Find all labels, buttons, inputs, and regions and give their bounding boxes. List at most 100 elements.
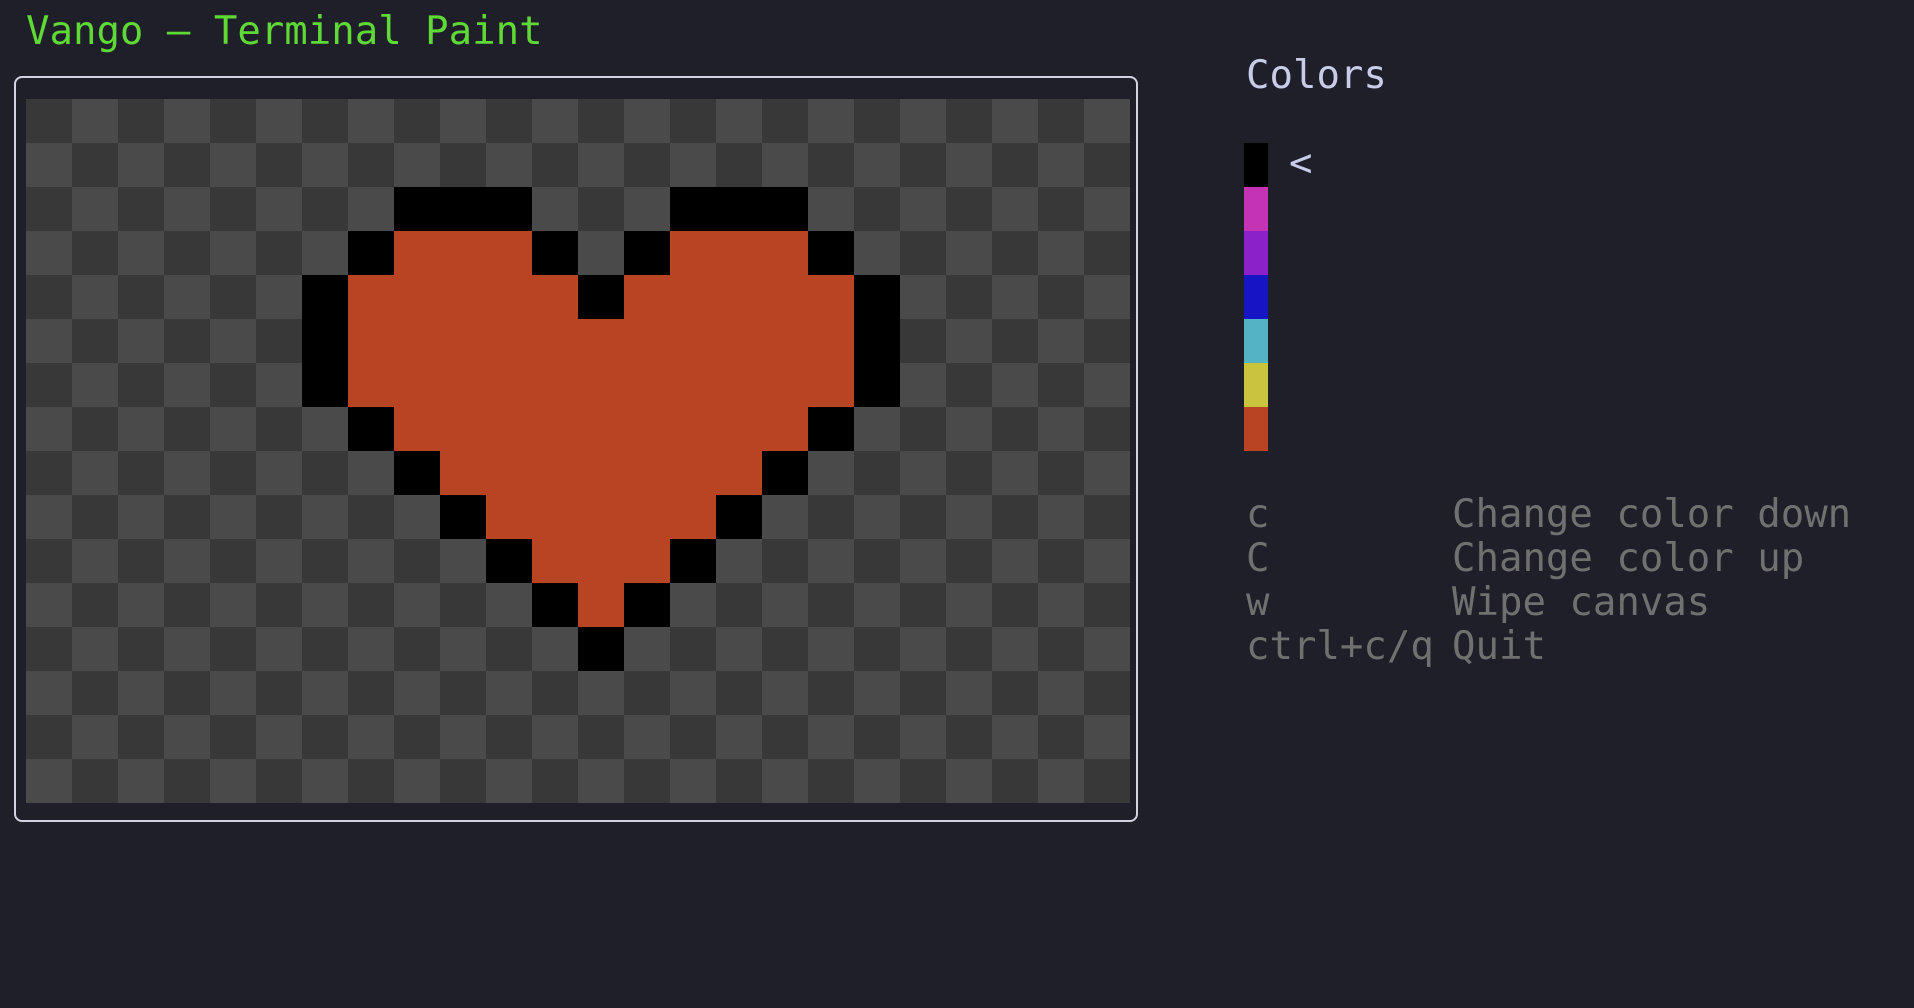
canvas-cell-empty[interactable]	[1038, 319, 1084, 363]
canvas-cell-empty[interactable]	[164, 715, 210, 759]
canvas-cell-empty[interactable]	[946, 495, 992, 539]
canvas-cell-empty[interactable]	[808, 627, 854, 671]
canvas-cell-empty[interactable]	[1084, 627, 1130, 671]
canvas-cell-empty[interactable]	[900, 319, 946, 363]
canvas-cell-empty[interactable]	[716, 539, 762, 583]
canvas-cell-empty[interactable]	[578, 715, 624, 759]
canvas-cell-empty[interactable]	[624, 99, 670, 143]
canvas-cell-empty[interactable]	[1038, 99, 1084, 143]
canvas-cell-empty[interactable]	[26, 275, 72, 319]
canvas-cell-empty[interactable]	[302, 539, 348, 583]
canvas-cell-painted[interactable]	[716, 363, 762, 407]
color-swatch-purple[interactable]	[1244, 231, 1268, 275]
canvas-cell-empty[interactable]	[992, 671, 1038, 715]
canvas-cell-empty[interactable]	[578, 143, 624, 187]
canvas-cell-painted[interactable]	[348, 319, 394, 363]
canvas-cell-empty[interactable]	[992, 275, 1038, 319]
canvas-cell-empty[interactable]	[670, 583, 716, 627]
canvas-cell-empty[interactable]	[808, 583, 854, 627]
canvas-cell-painted[interactable]	[624, 451, 670, 495]
canvas-cell-painted[interactable]	[762, 275, 808, 319]
canvas-cell-empty[interactable]	[762, 627, 808, 671]
canvas-cell-painted[interactable]	[578, 495, 624, 539]
canvas-cell-painted[interactable]	[670, 451, 716, 495]
canvas-cell-empty[interactable]	[900, 275, 946, 319]
canvas-cell-empty[interactable]	[624, 715, 670, 759]
canvas-cell-painted[interactable]	[394, 275, 440, 319]
canvas-cell-empty[interactable]	[992, 407, 1038, 451]
canvas-cell-empty[interactable]	[348, 759, 394, 803]
canvas-cell-empty[interactable]	[992, 495, 1038, 539]
canvas-cell-painted[interactable]	[532, 451, 578, 495]
canvas-cell-empty[interactable]	[532, 143, 578, 187]
color-swatch-magenta[interactable]	[1244, 187, 1268, 231]
color-swatch-black[interactable]	[1244, 143, 1268, 187]
canvas-cell-empty[interactable]	[256, 759, 302, 803]
canvas-cell-empty[interactable]	[716, 715, 762, 759]
canvas-cell-painted[interactable]	[532, 495, 578, 539]
canvas-cell-empty[interactable]	[348, 143, 394, 187]
canvas-cell-empty[interactable]	[716, 671, 762, 715]
canvas-cell-empty[interactable]	[210, 451, 256, 495]
canvas-cell-empty[interactable]	[164, 319, 210, 363]
canvas-cell-empty[interactable]	[762, 495, 808, 539]
canvas-cell-painted[interactable]	[486, 275, 532, 319]
canvas-cell-empty[interactable]	[992, 627, 1038, 671]
canvas-cell-empty[interactable]	[946, 583, 992, 627]
canvas-cell-empty[interactable]	[946, 407, 992, 451]
canvas-cell-empty[interactable]	[26, 671, 72, 715]
canvas-cell-empty[interactable]	[302, 671, 348, 715]
canvas-cell-empty[interactable]	[164, 99, 210, 143]
canvas-cell-empty[interactable]	[486, 759, 532, 803]
canvas-cell-empty[interactable]	[808, 539, 854, 583]
canvas-cell-painted[interactable]	[716, 495, 762, 539]
canvas-cell-empty[interactable]	[256, 363, 302, 407]
canvas-cell-empty[interactable]	[210, 671, 256, 715]
canvas-cell-empty[interactable]	[854, 583, 900, 627]
canvas-cell-empty[interactable]	[808, 451, 854, 495]
canvas-cell-painted[interactable]	[302, 319, 348, 363]
canvas-cell-empty[interactable]	[854, 671, 900, 715]
canvas-cell-painted[interactable]	[670, 407, 716, 451]
canvas-cell-painted[interactable]	[578, 319, 624, 363]
canvas-cell-empty[interactable]	[900, 627, 946, 671]
canvas-cell-empty[interactable]	[302, 451, 348, 495]
canvas-cell-empty[interactable]	[1038, 671, 1084, 715]
canvas-cell-empty[interactable]	[348, 715, 394, 759]
canvas-cell-empty[interactable]	[164, 275, 210, 319]
canvas-cell-painted[interactable]	[302, 275, 348, 319]
canvas-cell-empty[interactable]	[118, 671, 164, 715]
canvas-cell-empty[interactable]	[900, 407, 946, 451]
canvas-cell-empty[interactable]	[1038, 495, 1084, 539]
canvas-cell-empty[interactable]	[900, 231, 946, 275]
canvas-cell-empty[interactable]	[624, 759, 670, 803]
canvas-cell-empty[interactable]	[118, 99, 164, 143]
canvas-cell-empty[interactable]	[946, 231, 992, 275]
canvas-cell-painted[interactable]	[670, 363, 716, 407]
canvas-cell-empty[interactable]	[302, 99, 348, 143]
canvas-cell-empty[interactable]	[992, 319, 1038, 363]
canvas-cell-empty[interactable]	[1038, 187, 1084, 231]
canvas-cell-empty[interactable]	[164, 759, 210, 803]
canvas-cell-empty[interactable]	[670, 759, 716, 803]
canvas-cell-empty[interactable]	[486, 627, 532, 671]
canvas-cell-empty[interactable]	[164, 407, 210, 451]
canvas-cell-empty[interactable]	[1038, 759, 1084, 803]
canvas-cell-painted[interactable]	[486, 187, 532, 231]
canvas-cell-empty[interactable]	[164, 143, 210, 187]
canvas-cell-painted[interactable]	[716, 319, 762, 363]
canvas-cell-empty[interactable]	[670, 99, 716, 143]
canvas-cell-empty[interactable]	[256, 715, 302, 759]
canvas-cell-empty[interactable]	[256, 319, 302, 363]
canvas-cell-empty[interactable]	[26, 627, 72, 671]
canvas-cell-empty[interactable]	[854, 759, 900, 803]
canvas-cell-empty[interactable]	[486, 715, 532, 759]
canvas-cell-empty[interactable]	[72, 715, 118, 759]
color-swatch-yellow[interactable]	[1244, 363, 1268, 407]
canvas-cell-empty[interactable]	[72, 539, 118, 583]
canvas-cell-painted[interactable]	[440, 495, 486, 539]
canvas-cell-empty[interactable]	[26, 231, 72, 275]
canvas-cell-empty[interactable]	[72, 451, 118, 495]
canvas-cell-painted[interactable]	[808, 231, 854, 275]
canvas-cell-empty[interactable]	[348, 539, 394, 583]
